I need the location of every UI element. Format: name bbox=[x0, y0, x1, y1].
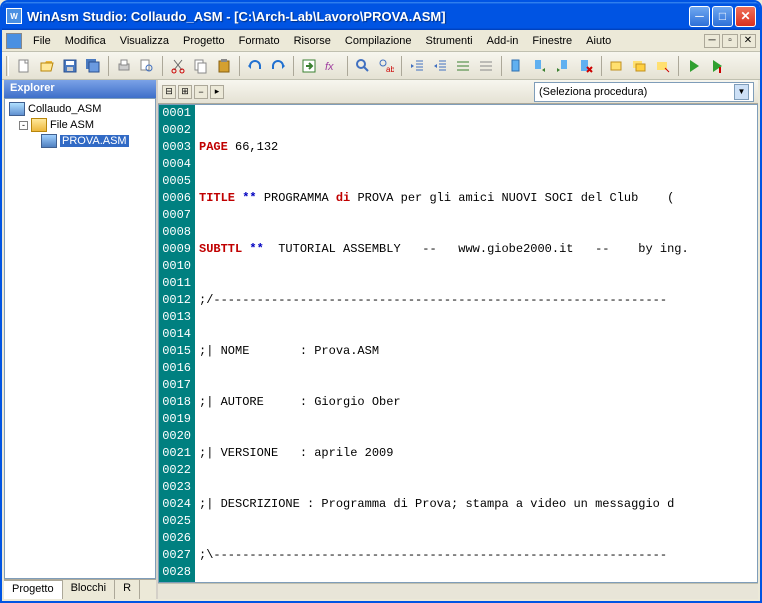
line-gutter: 0001000200030004000500060007000800090010… bbox=[159, 105, 195, 582]
explorer-tabs: Progetto Blocchi R bbox=[4, 579, 156, 599]
app-icon: W bbox=[6, 8, 22, 24]
svg-text:ab: ab bbox=[386, 65, 394, 74]
tree-root[interactable]: Collaudo_ASM bbox=[7, 101, 153, 117]
minimize-button[interactable]: ─ bbox=[689, 6, 710, 27]
build-all-icon[interactable] bbox=[629, 55, 651, 77]
cut-icon[interactable] bbox=[167, 55, 189, 77]
menu-compilazione[interactable]: Compilazione bbox=[338, 33, 419, 49]
menu-file[interactable]: File bbox=[26, 33, 58, 49]
save-icon[interactable] bbox=[59, 55, 81, 77]
mdi-close-button[interactable]: ✕ bbox=[740, 34, 756, 48]
editor-small-buttons: ⊟ ⊞ − ▸ bbox=[162, 85, 224, 99]
maximize-button[interactable]: □ bbox=[712, 6, 733, 27]
build-icon[interactable] bbox=[606, 55, 628, 77]
close-button[interactable]: ✕ bbox=[735, 6, 756, 27]
code-editor[interactable]: 0001000200030004000500060007000800090010… bbox=[158, 104, 758, 583]
menu-risorse[interactable]: Risorse bbox=[287, 33, 338, 49]
redo-icon[interactable] bbox=[267, 55, 289, 77]
open-icon[interactable] bbox=[36, 55, 58, 77]
project-tree[interactable]: Collaudo_ASM - File ASM PROVA.ASM bbox=[4, 98, 156, 579]
save-all-icon[interactable] bbox=[82, 55, 104, 77]
menu-modifica[interactable]: Modifica bbox=[58, 33, 113, 49]
svg-text:fx: fx bbox=[325, 61, 334, 73]
horizontal-scrollbar[interactable] bbox=[158, 583, 758, 599]
bookmark-prev-icon[interactable] bbox=[552, 55, 574, 77]
procedure-select[interactable]: (Seleziona procedura) ▼ bbox=[534, 82, 754, 102]
rebuild-icon[interactable] bbox=[652, 55, 674, 77]
tree-folder[interactable]: - File ASM bbox=[7, 117, 153, 133]
menu-bar: File Modifica Visualizza Progetto Format… bbox=[2, 30, 760, 52]
tree-root-label: Collaudo_ASM bbox=[28, 103, 101, 115]
print-preview-icon[interactable] bbox=[136, 55, 158, 77]
tree-collapse-icon[interactable]: - bbox=[19, 121, 28, 130]
procedure-placeholder: (Seleziona procedura) bbox=[539, 86, 647, 98]
bookmark-next-icon[interactable] bbox=[529, 55, 551, 77]
editor-area: ⊟ ⊞ − ▸ (Seleziona procedura) ▼ 00010002… bbox=[158, 80, 758, 599]
mdi-restore-button[interactable]: ▫ bbox=[722, 34, 738, 48]
menu-formato[interactable]: Formato bbox=[232, 33, 287, 49]
window-buttons: ─ □ ✕ bbox=[689, 6, 756, 27]
menu-addin[interactable]: Add-in bbox=[480, 33, 526, 49]
undo-icon[interactable] bbox=[244, 55, 266, 77]
collapse-all-icon[interactable]: ⊟ bbox=[162, 85, 176, 99]
print-icon[interactable] bbox=[113, 55, 135, 77]
menu-aiuto[interactable]: Aiuto bbox=[579, 33, 618, 49]
explorer-header: Explorer bbox=[4, 80, 156, 98]
workspace: Explorer Collaudo_ASM - File ASM PROVA.A… bbox=[4, 80, 758, 599]
tab-r[interactable]: R bbox=[115, 580, 140, 599]
tree-folder-label: File ASM bbox=[50, 119, 94, 131]
comment-icon[interactable] bbox=[452, 55, 474, 77]
uncomment-icon[interactable] bbox=[475, 55, 497, 77]
copy-icon[interactable] bbox=[190, 55, 212, 77]
expand-all-icon[interactable]: ⊞ bbox=[178, 85, 192, 99]
folder-icon bbox=[31, 118, 47, 132]
dash-icon[interactable]: − bbox=[194, 85, 208, 99]
code-content[interactable]: PAGE 66,132 TITLE ** PROGRAMMA di PROVA … bbox=[195, 105, 757, 582]
bookmark-clear-icon[interactable] bbox=[575, 55, 597, 77]
paste-icon[interactable] bbox=[213, 55, 235, 77]
doc-icon bbox=[6, 33, 22, 49]
replace-icon[interactable]: ab bbox=[375, 55, 397, 77]
function-icon[interactable]: fx bbox=[321, 55, 343, 77]
tree-file[interactable]: PROVA.ASM bbox=[7, 133, 153, 149]
window-title: WinAsm Studio: Collaudo_ASM - [C:\Arch-L… bbox=[27, 9, 689, 24]
bookmark-toggle-icon[interactable] bbox=[506, 55, 528, 77]
run-icon[interactable] bbox=[683, 55, 705, 77]
menu-visualizza[interactable]: Visualizza bbox=[113, 33, 176, 49]
mdi-min-button[interactable]: ─ bbox=[704, 34, 720, 48]
indent-icon[interactable] bbox=[429, 55, 451, 77]
asm-file-icon bbox=[41, 134, 57, 148]
new-file-icon[interactable] bbox=[13, 55, 35, 77]
tab-blocchi[interactable]: Blocchi bbox=[63, 580, 115, 599]
mdi-controls: ─ ▫ ✕ bbox=[704, 34, 756, 48]
editor-toolbar: ⊟ ⊞ − ▸ (Seleziona procedura) ▼ bbox=[158, 80, 758, 104]
toolbar: fx ab bbox=[2, 52, 760, 80]
toolbar-grip[interactable] bbox=[6, 56, 9, 76]
fold-icon[interactable]: ▸ bbox=[210, 85, 224, 99]
menu-progetto[interactable]: Progetto bbox=[176, 33, 232, 49]
menu-strumenti[interactable]: Strumenti bbox=[419, 33, 480, 49]
find-icon[interactable] bbox=[352, 55, 374, 77]
dropdown-arrow-icon[interactable]: ▼ bbox=[734, 84, 749, 100]
goto-icon[interactable] bbox=[298, 55, 320, 77]
debug-icon[interactable] bbox=[706, 55, 728, 77]
tree-file-label: PROVA.ASM bbox=[60, 135, 129, 147]
outdent-icon[interactable] bbox=[406, 55, 428, 77]
titlebar: W WinAsm Studio: Collaudo_ASM - [C:\Arch… bbox=[2, 2, 760, 30]
tab-progetto[interactable]: Progetto bbox=[4, 580, 63, 599]
project-icon bbox=[9, 102, 25, 116]
explorer-panel: Explorer Collaudo_ASM - File ASM PROVA.A… bbox=[4, 80, 158, 599]
menu-finestre[interactable]: Finestre bbox=[525, 33, 579, 49]
